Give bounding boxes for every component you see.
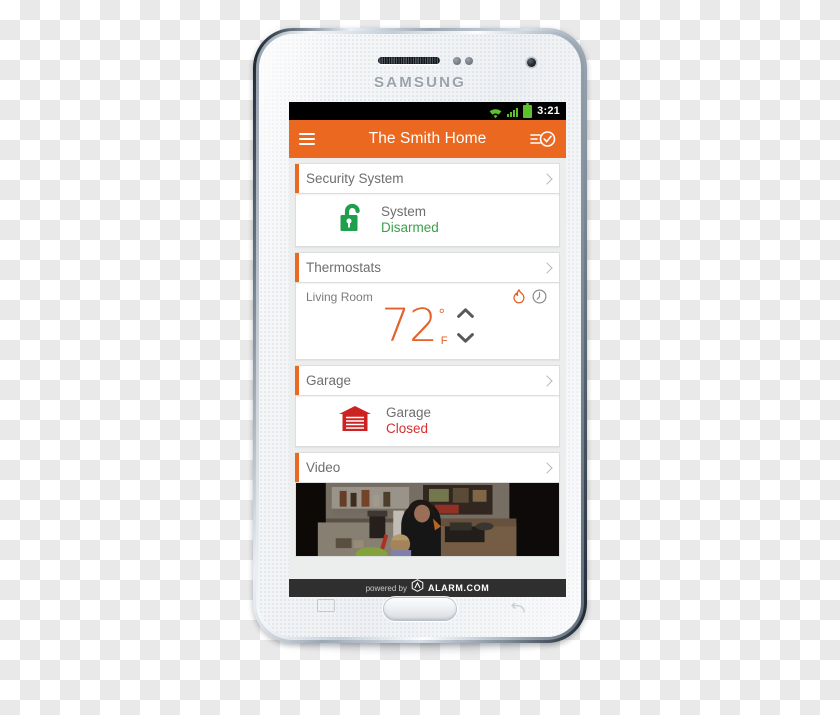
cellular-signal-icon	[507, 106, 519, 117]
kitchen-camera-feed	[296, 483, 559, 556]
alarm-dot-com-hexagon-logo	[411, 579, 424, 597]
section-title: Thermostats	[306, 260, 382, 275]
thermostat-panel[interactable]: Living Room 72 ° F	[296, 283, 559, 359]
checklist-check-icon[interactable]	[530, 130, 556, 148]
security-state: Disarmed	[381, 220, 439, 235]
section-header-video[interactable]: Video	[295, 452, 560, 483]
app-header-bar: The Smith Home	[289, 120, 566, 158]
security-status-row[interactable]: System Disarmed	[296, 194, 559, 246]
front-camera-icon	[527, 58, 536, 67]
garage-status-row[interactable]: Garage Closed	[296, 396, 559, 446]
garage-device-name: Garage	[386, 405, 432, 421]
light-sensor-icon	[465, 57, 473, 65]
garage-door-icon	[338, 405, 372, 437]
flame-heat-icon[interactable]	[512, 289, 526, 309]
security-device-name: System	[381, 204, 427, 220]
chevron-up-icon[interactable]	[456, 305, 474, 323]
security-status-text: System Disarmed	[381, 204, 439, 236]
earpiece-speaker-icon	[378, 57, 440, 64]
video-thumbnail[interactable]	[295, 483, 560, 557]
section-header-garage[interactable]: Garage	[295, 365, 560, 396]
chevron-right-icon	[541, 461, 553, 474]
chevron-right-icon	[541, 374, 553, 387]
garage-state: Closed	[386, 421, 429, 436]
section-title: Garage	[306, 373, 352, 388]
fahrenheit-label: F	[440, 334, 448, 347]
hamburger-menu-icon[interactable]	[299, 133, 315, 145]
section-title: Video	[306, 460, 341, 475]
thermostat-card[interactable]: Living Room 72 ° F	[295, 283, 560, 360]
powered-by-label: powered by	[365, 583, 407, 593]
android-status-bar: 3:21	[289, 102, 566, 120]
device-brand-label: SAMSUNG	[373, 74, 467, 91]
chevron-down-icon[interactable]	[456, 330, 474, 348]
clock-schedule-icon[interactable]	[532, 289, 547, 309]
security-card[interactable]: System Disarmed	[295, 194, 560, 247]
status-bar-clock: 3:21	[537, 105, 560, 117]
temperature-unit-group: ° F	[439, 307, 448, 347]
wifi-icon	[489, 106, 502, 118]
back-key-icon[interactable]	[509, 601, 525, 613]
section-title: Security System	[306, 171, 404, 186]
garage-status-text: Garage Closed	[386, 405, 431, 437]
section-header-thermostats[interactable]: Thermostats	[295, 252, 560, 283]
device-front-panel: SAMSUNG 3:21 The Smith Home Security Sys…	[259, 34, 581, 637]
battery-icon	[523, 102, 533, 118]
phone-device: SAMSUNG 3:21 The Smith Home Security Sys…	[253, 28, 587, 654]
recents-key-icon[interactable]	[317, 599, 335, 612]
unlocked-padlock-icon	[338, 202, 367, 239]
alarm-dot-com-wordmark: ALARM.COM	[427, 583, 490, 593]
chevron-right-icon	[541, 172, 553, 185]
section-header-security[interactable]: Security System	[295, 163, 560, 194]
garage-card[interactable]: Garage Closed	[295, 396, 560, 447]
app-footer: powered by ALARM.COM	[289, 579, 566, 597]
home-button[interactable]	[384, 598, 456, 620]
thermostat-readout: 72 ° F	[306, 299, 549, 353]
app-content[interactable]: Security System System Disarmed Thermost…	[289, 158, 566, 597]
chevron-right-icon	[541, 261, 553, 274]
temperature-value: 72	[381, 299, 438, 353]
degree-symbol: °	[438, 305, 445, 323]
phone-screen: 3:21 The Smith Home Security System Syst…	[289, 102, 566, 597]
page-title: The Smith Home	[368, 130, 487, 147]
thermostat-mode-icons	[512, 289, 547, 309]
temperature-stepper[interactable]	[456, 305, 474, 348]
proximity-sensor-icon	[453, 57, 461, 65]
